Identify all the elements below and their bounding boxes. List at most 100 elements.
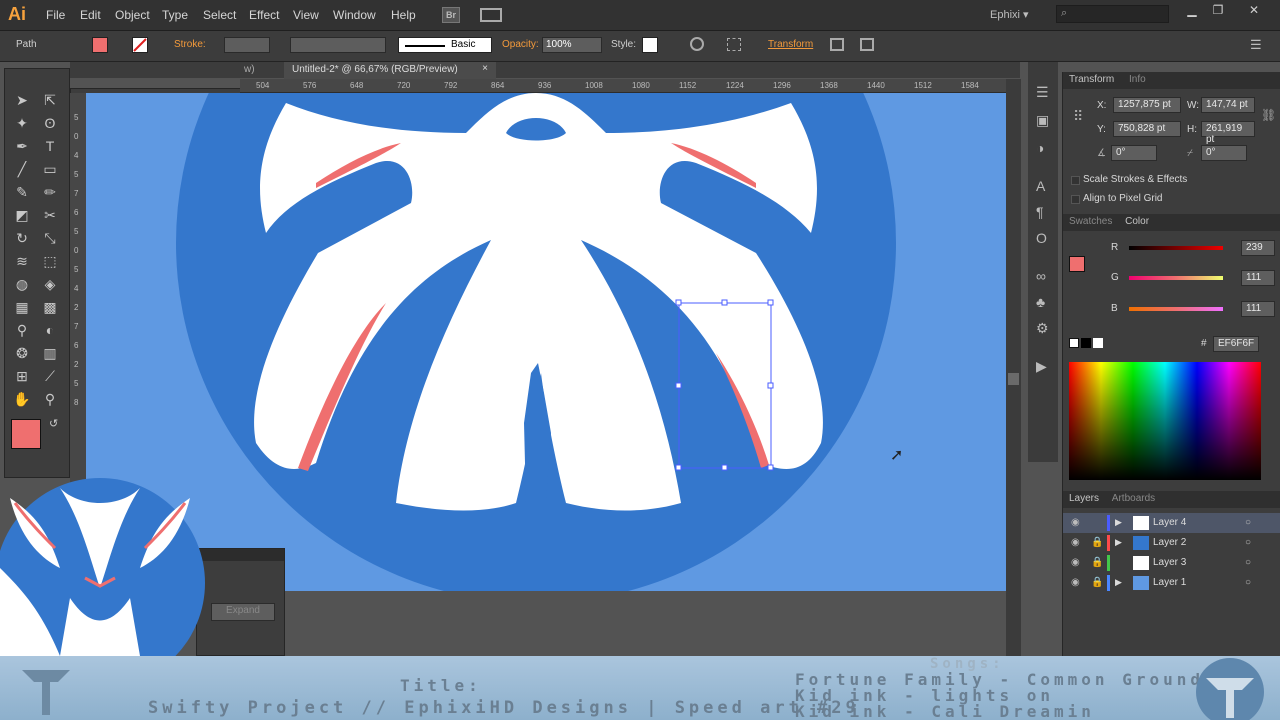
live-paint-tool-icon[interactable]: ◈ xyxy=(39,273,61,295)
menu-type[interactable]: Type xyxy=(162,8,188,22)
g-slider[interactable] xyxy=(1129,276,1223,280)
lock-icon[interactable]: 🔒 xyxy=(1091,537,1103,548)
menu-select[interactable]: Select xyxy=(203,8,236,22)
stroke-weight-field[interactable] xyxy=(224,37,270,53)
target-circle-icon[interactable]: ○ xyxy=(1245,557,1251,568)
artboard[interactable]: ➚ xyxy=(86,93,1006,591)
shape-builder-tool-icon[interactable]: ◍ xyxy=(11,273,33,295)
menu-file[interactable]: File xyxy=(46,8,65,22)
opentype-icon[interactable]: O xyxy=(1036,230,1047,246)
type-tool-icon[interactable]: T xyxy=(39,135,61,157)
scroll-thumb[interactable] xyxy=(1008,373,1019,385)
align-icon[interactable] xyxy=(727,38,741,51)
selection-handle[interactable] xyxy=(767,464,774,471)
tab-transform[interactable]: Transform xyxy=(1069,74,1114,85)
black-swatch[interactable] xyxy=(1081,338,1091,348)
align-pixel-checkbox[interactable] xyxy=(1071,195,1080,204)
expand-button[interactable]: Expand xyxy=(211,603,275,621)
arrange-documents-icon[interactable] xyxy=(480,8,502,22)
graphic-style-swatch[interactable] xyxy=(642,37,658,53)
menu-view[interactable]: View xyxy=(293,8,319,22)
workspace-switcher[interactable]: Ephixi ▾ xyxy=(990,8,1029,21)
none-swatch[interactable] xyxy=(1069,338,1079,348)
help-search-input[interactable]: ⌕ xyxy=(1056,5,1169,23)
free-transform-tool-icon[interactable]: ⬚ xyxy=(39,250,61,272)
expand-triangle-icon[interactable]: ▶ xyxy=(1115,537,1122,548)
symbol-sprayer-tool-icon[interactable]: ❂ xyxy=(11,342,33,364)
panel-menu-icon[interactable]: ☰ xyxy=(1250,37,1262,53)
character-icon[interactable]: A xyxy=(1036,178,1045,194)
previous-tab[interactable]: w) xyxy=(244,64,255,75)
mesh-tool-icon[interactable]: ▩ xyxy=(39,296,61,318)
slice-tool-icon[interactable]: ⟋ xyxy=(39,365,61,387)
perspective-grid-tool-icon[interactable]: ▦ xyxy=(11,296,33,318)
b-slider[interactable] xyxy=(1129,307,1223,311)
target-circle-icon[interactable]: ○ xyxy=(1245,517,1251,528)
bridge-button[interactable]: Br xyxy=(442,7,460,23)
h-field[interactable]: 261,919 pt xyxy=(1201,121,1255,145)
target-circle-icon[interactable]: ○ xyxy=(1245,577,1251,588)
warp-tool-icon[interactable]: ≋ xyxy=(11,250,33,272)
transparency-icon[interactable]: ◑ xyxy=(1036,140,1044,156)
rotate-tool-icon[interactable]: ↻ xyxy=(11,227,33,249)
opacity-field[interactable]: 100% xyxy=(542,37,602,53)
selection-handle[interactable] xyxy=(767,382,774,389)
maximize-button[interactable]: ❐ xyxy=(1207,3,1229,19)
fill-color-box[interactable] xyxy=(11,419,41,449)
tab-layers[interactable]: Layers xyxy=(1069,493,1099,504)
menu-edit[interactable]: Edit xyxy=(80,8,101,22)
visibility-eye-icon[interactable]: ◉ xyxy=(1071,537,1080,548)
constrain-proportions-icon[interactable]: ⛓ xyxy=(1261,108,1276,122)
eraser-tool-icon[interactable]: ◩ xyxy=(11,204,33,226)
selection-handle[interactable] xyxy=(675,464,682,471)
y-field[interactable]: 750,828 pt xyxy=(1113,121,1181,137)
layer-row[interactable]: ◉ 🔒 ▶ Layer 1 ○ xyxy=(1063,573,1280,593)
artboard-tool-icon[interactable]: ⊞ xyxy=(11,365,33,387)
zoom-tool-icon[interactable]: ⚲ xyxy=(39,388,61,410)
tab-artboards[interactable]: Artboards xyxy=(1112,493,1155,504)
minimize-button[interactable]: ▁ xyxy=(1181,3,1203,19)
recolor-artwork-icon[interactable] xyxy=(690,37,704,51)
visibility-eye-icon[interactable]: ◉ xyxy=(1071,517,1080,528)
scale-tool-icon[interactable]: ⤡ xyxy=(39,227,61,249)
menu-effect[interactable]: Effect xyxy=(249,8,279,22)
actions-icon[interactable]: ▶ xyxy=(1036,358,1047,375)
eyedropper-tool-icon[interactable]: ⚲ xyxy=(11,319,33,341)
fill-swatch[interactable] xyxy=(92,37,108,53)
rectangle-tool-icon[interactable]: ▭ xyxy=(39,158,61,180)
r-slider[interactable] xyxy=(1129,246,1223,250)
white-swatch[interactable] xyxy=(1093,338,1103,348)
layer-name[interactable]: Layer 1 xyxy=(1153,577,1186,588)
tab-swatches[interactable]: Swatches xyxy=(1069,216,1112,227)
selection-tool-icon[interactable]: ➤ xyxy=(11,89,33,111)
reference-point-icon[interactable]: ⠿ xyxy=(1073,108,1083,125)
menu-help[interactable]: Help xyxy=(391,8,416,22)
g-field[interactable]: 111 xyxy=(1241,270,1275,286)
shear-angle-field[interactable]: 0° xyxy=(1201,145,1247,161)
selection-handle[interactable] xyxy=(675,382,682,389)
b-field[interactable]: 111 xyxy=(1241,301,1275,317)
tab-close-icon[interactable]: × xyxy=(482,63,488,74)
menu-window[interactable]: Window xyxy=(333,8,376,22)
layer-name[interactable]: Layer 4 xyxy=(1153,517,1186,528)
selection-handle[interactable] xyxy=(675,299,682,306)
visibility-eye-icon[interactable]: ◉ xyxy=(1071,557,1080,568)
close-button[interactable]: ✕ xyxy=(1243,3,1265,19)
isolate-icon[interactable] xyxy=(830,38,844,51)
tab-info[interactable]: Info xyxy=(1129,74,1146,85)
scale-strokes-checkbox[interactable] xyxy=(1071,176,1080,185)
floating-panel-titlebar[interactable] xyxy=(197,549,284,561)
blend-tool-icon[interactable]: ◐ xyxy=(39,319,61,341)
scissors-tool-icon[interactable]: ✂ xyxy=(39,204,61,226)
arrange-icon[interactable] xyxy=(860,38,874,51)
expand-triangle-icon[interactable]: ▶ xyxy=(1115,577,1122,588)
layer-name[interactable]: Layer 2 xyxy=(1153,537,1186,548)
vertical-scrollbar[interactable] xyxy=(1006,79,1021,656)
color-fill-swatch[interactable] xyxy=(1069,256,1085,272)
opacity-label[interactable]: Opacity: xyxy=(502,39,539,50)
lock-icon[interactable]: 🔒 xyxy=(1091,557,1103,568)
transform-link[interactable]: Transform xyxy=(768,39,813,50)
direct-selection-tool-icon[interactable]: ⇱ xyxy=(39,89,61,111)
layer-row[interactable]: ◉ 🔒 ▶ Layer 2 ○ xyxy=(1063,533,1280,553)
selection-handle[interactable] xyxy=(721,464,728,471)
